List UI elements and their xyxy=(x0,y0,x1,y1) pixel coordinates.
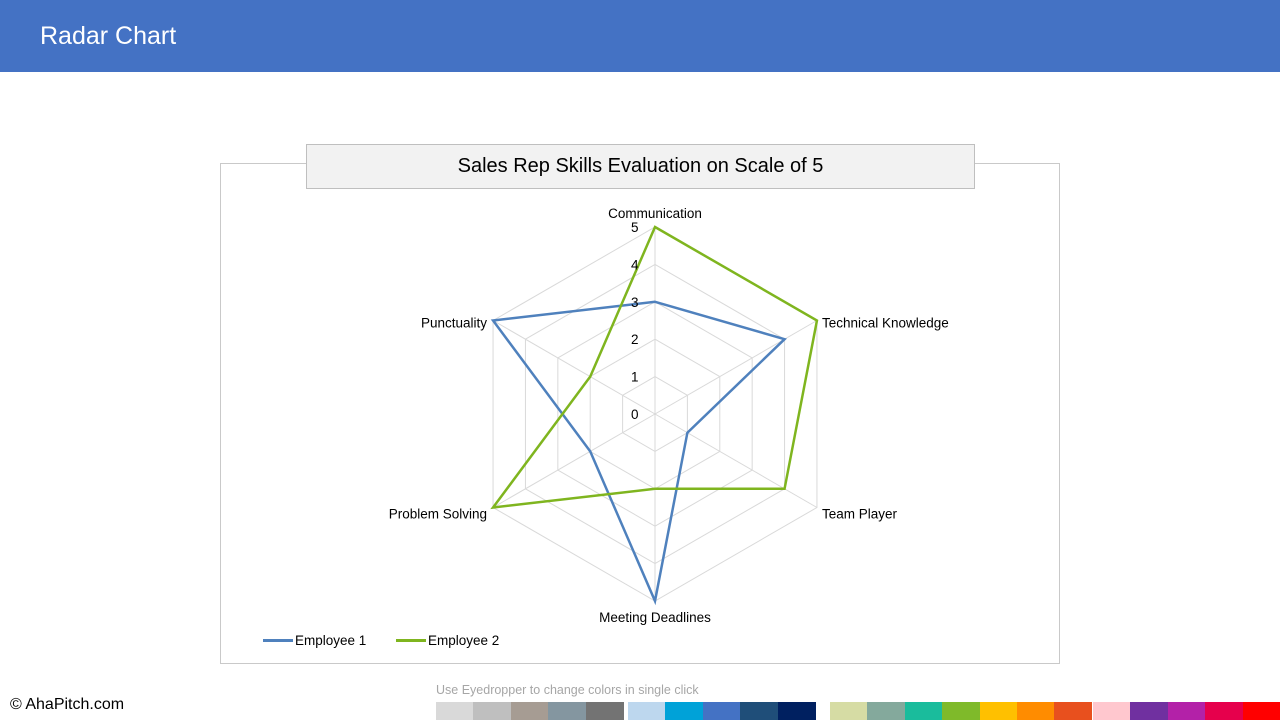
color-swatch[interactable] xyxy=(1130,702,1169,720)
tick-label: 5 xyxy=(631,220,639,235)
axis-label: Problem Solving xyxy=(389,507,487,522)
axis-spoke xyxy=(654,320,818,415)
color-swatch[interactable] xyxy=(740,702,779,720)
color-swatch[interactable] xyxy=(510,702,549,720)
axis-label: Technical Knowledge xyxy=(822,316,949,331)
legend-line-icon xyxy=(396,638,426,642)
axis-label: Team Player xyxy=(822,507,898,522)
tick-label: 0 xyxy=(631,407,639,422)
color-swatch[interactable] xyxy=(1017,702,1055,720)
color-swatch[interactable] xyxy=(473,702,512,720)
color-palette xyxy=(0,702,1280,720)
color-swatch[interactable] xyxy=(979,702,1018,720)
axis-label: Punctuality xyxy=(421,316,487,331)
color-swatch[interactable] xyxy=(585,702,624,720)
color-swatch[interactable] xyxy=(1093,702,1131,720)
chart-title-text: Sales Rep Skills Evaluation on Scale of … xyxy=(457,155,824,177)
chart-title[interactable]: Sales Rep Skills Evaluation on Scale of … xyxy=(306,144,975,189)
series-line xyxy=(490,300,787,606)
color-swatch[interactable] xyxy=(548,702,587,720)
radar-chart: 0 1 2 3 4 5Communication Technical Knowledge Te… xyxy=(389,206,949,625)
legend-line-icon xyxy=(263,638,293,642)
color-swatch[interactable] xyxy=(436,702,474,720)
color-swatch[interactable] xyxy=(702,702,741,720)
axis-spoke xyxy=(654,413,818,508)
color-swatch[interactable] xyxy=(777,702,816,720)
color-swatch[interactable] xyxy=(1242,702,1280,720)
legend-label: Employee 1 xyxy=(295,632,367,648)
tick-label: 4 xyxy=(631,257,639,272)
color-swatch[interactable] xyxy=(665,702,704,720)
color-swatch[interactable] xyxy=(628,702,666,720)
color-swatch[interactable] xyxy=(1167,702,1206,720)
color-swatch[interactable] xyxy=(904,702,943,720)
legend-item-employee-1[interactable]: Employee 1 xyxy=(263,631,366,649)
color-swatch[interactable] xyxy=(1054,702,1093,720)
tick-label: 2 xyxy=(631,332,639,347)
tick-label: 1 xyxy=(631,370,639,385)
axis-label: Meeting Deadlines xyxy=(599,610,711,625)
color-swatch[interactable] xyxy=(867,702,906,720)
legend-label: Employee 2 xyxy=(428,632,500,648)
color-swatch[interactable] xyxy=(830,702,868,720)
axis-label: Communication xyxy=(608,206,702,221)
color-swatch[interactable] xyxy=(942,702,981,720)
eyedropper-hint: Use Eyedropper to change colors in singl… xyxy=(436,683,699,697)
tick-label: 3 xyxy=(631,295,639,310)
legend-item-employee-2[interactable]: Employee 2 xyxy=(396,631,499,649)
color-swatch[interactable] xyxy=(1205,702,1244,720)
